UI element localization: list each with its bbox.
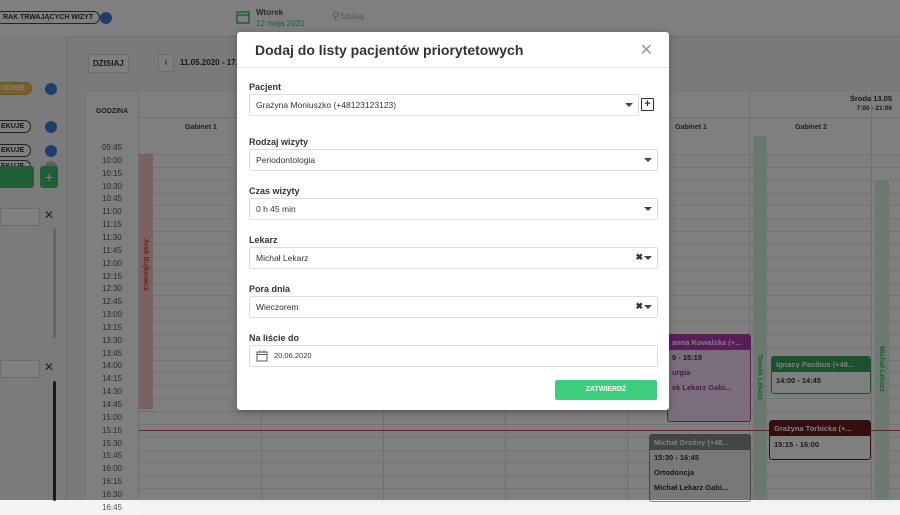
modal-title: Dodaj do listy pacjentów priorytetowych (255, 42, 524, 58)
onlist-value: 20.06.2020 (274, 351, 312, 360)
timeofday-value: Wieczorem (256, 302, 299, 312)
duration-select[interactable]: 0 h 45 min (249, 198, 658, 220)
visit-type-label: Rodzaj wizyty (249, 137, 309, 147)
chevron-down-icon (644, 207, 652, 211)
doctor-value: Michał Lekarz (256, 253, 309, 263)
patient-value: Grażyna Moniuszko (+48123123123) (256, 100, 397, 110)
divider (237, 67, 669, 68)
visit-type-select[interactable]: Periodontologia (249, 149, 658, 171)
chevron-down-icon (644, 305, 652, 309)
grid-line (139, 500, 900, 502)
doctor-select[interactable]: Michał Lekarz ✖ (249, 247, 658, 269)
timeofday-select[interactable]: Wieczorem ✖ (249, 296, 658, 318)
submit-button[interactable]: ZATWIERDŹ (555, 380, 657, 400)
doctor-label: Lekarz (249, 235, 278, 245)
timeofday-label: Pora dnia (249, 284, 291, 294)
close-icon[interactable]: ✕ (640, 40, 653, 60)
patient-select[interactable]: Grażyna Moniuszko (+48123123123) (249, 94, 639, 116)
chevron-down-icon (625, 103, 633, 107)
time-label: 16:45 (101, 502, 123, 512)
priority-patient-modal: Dodaj do listy pacjentów priorytetowych … (237, 32, 669, 410)
add-patient-icon[interactable]: + (641, 98, 654, 111)
clear-icon[interactable]: ✖ (635, 252, 643, 263)
chevron-down-icon (644, 158, 652, 162)
onlist-date-input[interactable]: 20.06.2020 (249, 345, 658, 367)
visit-type-value: Periodontologia (256, 155, 316, 165)
clear-icon[interactable]: ✖ (635, 301, 643, 312)
chevron-down-icon (644, 256, 652, 260)
onlist-label: Na liście do (249, 333, 300, 343)
duration-value: 0 h 45 min (256, 204, 296, 214)
duration-label: Czas wizyty (249, 186, 300, 196)
patient-label: Pacjent (249, 82, 282, 92)
calendar-icon (256, 350, 268, 362)
